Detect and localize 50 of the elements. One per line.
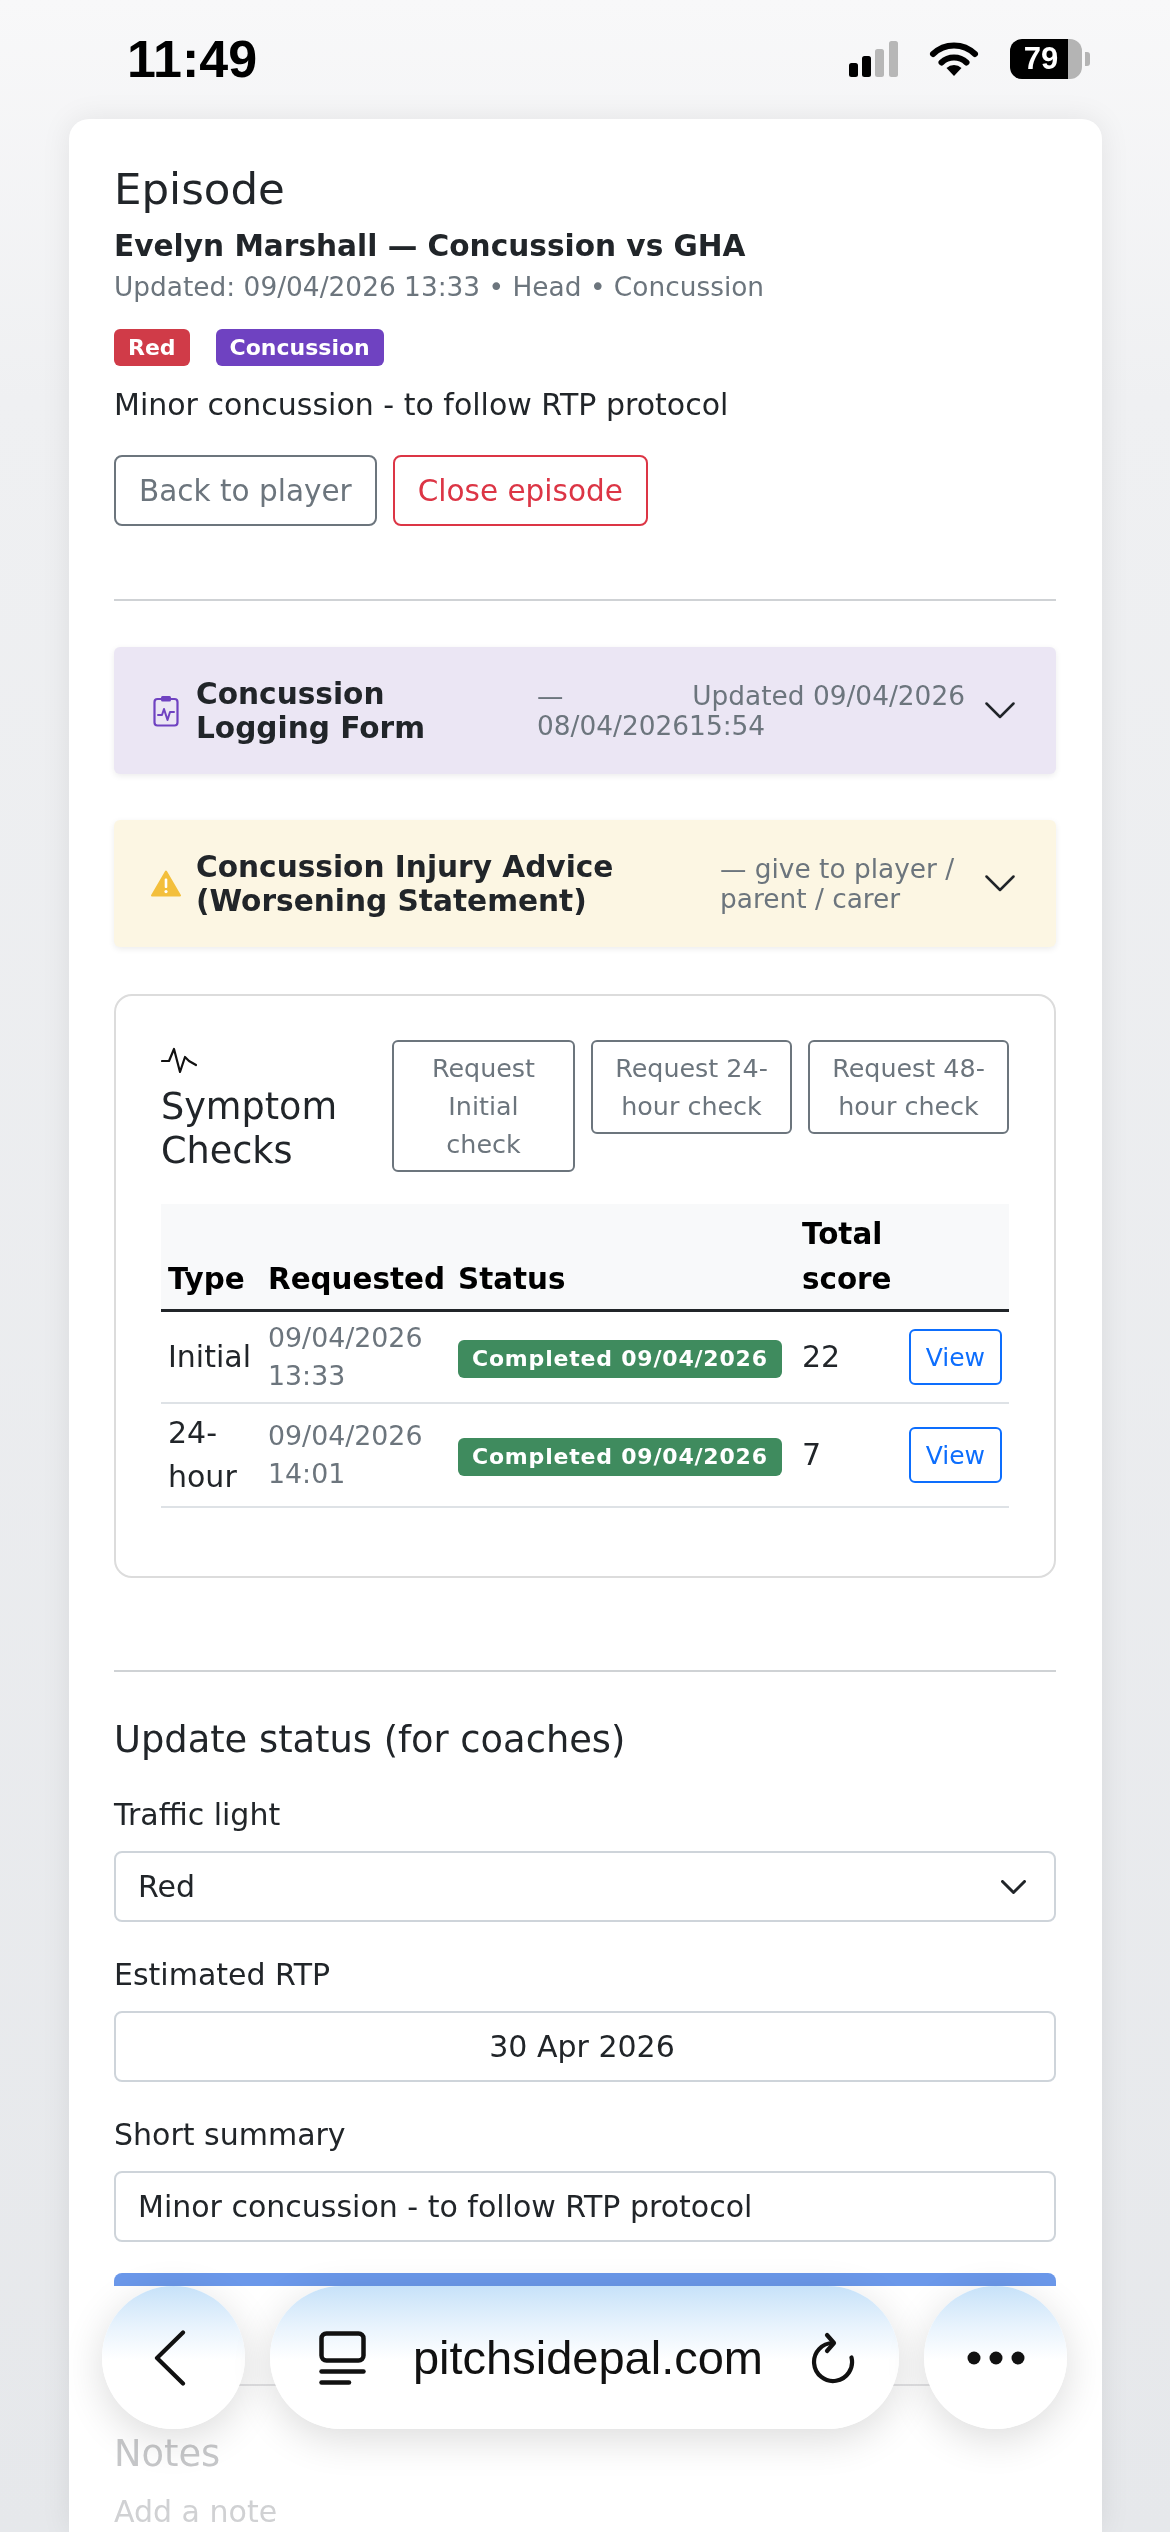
status-time: 11:49 bbox=[127, 28, 258, 89]
column-header: Type bbox=[161, 1204, 261, 1311]
view-button[interactable]: View bbox=[908, 1427, 1002, 1483]
field-label: Traffic light bbox=[114, 1796, 282, 1834]
accordion-header[interactable]: Concussion Injury Advice (Worsening Statement) — give to player / parent / carer bbox=[114, 820, 1056, 947]
request-check-button[interactable]: Request 24-hour check bbox=[591, 1040, 792, 1134]
pulse-icon bbox=[161, 1047, 197, 1074]
section-title: Symptom Checks bbox=[161, 1085, 339, 1173]
warning-icon bbox=[151, 870, 181, 897]
status-tag: Red bbox=[114, 329, 190, 366]
episode-title: Evelyn Marshall — Concussion vs GHA bbox=[114, 228, 747, 264]
field-label: Short summary bbox=[114, 2116, 347, 2154]
table-cell: Initial bbox=[161, 1310, 261, 1403]
table-cell: 22 bbox=[795, 1310, 899, 1403]
text-input[interactable]: Minor concussion - to follow RTP protocol bbox=[114, 2171, 1056, 2242]
request-check-button[interactable]: Request 48-hour check bbox=[808, 1040, 1009, 1134]
status-tag: Completed 09/04/2026 bbox=[458, 1339, 782, 1378]
more-icon bbox=[966, 2350, 1025, 2365]
clipboard-icon bbox=[153, 694, 179, 727]
table-cell: 7 bbox=[795, 1403, 899, 1507]
view-button[interactable]: View bbox=[908, 1329, 1002, 1385]
accordion-header[interactable]: Concussion Logging Form — Updated 09/04/2026 08/04/202615:54 bbox=[114, 647, 1056, 774]
dropdown-select[interactable]: Red bbox=[114, 1851, 1056, 1922]
column-header: Requested bbox=[261, 1204, 451, 1311]
request-check-button[interactable]: Request Initial check bbox=[392, 1040, 575, 1172]
close-episode-button[interactable]: Close episode bbox=[392, 455, 648, 526]
field-label: Estimated RTP bbox=[114, 1956, 332, 1994]
column-header: Status bbox=[451, 1204, 795, 1311]
address-bar[interactable]: pitchsidepal.com bbox=[270, 2286, 899, 2429]
section-title: Update status (for coaches) bbox=[114, 1718, 627, 1762]
episode-meta: Updated: 09/04/2026 13:33 • Head • Concussion bbox=[114, 272, 766, 302]
episode-summary: Minor concussion - to follow RTP protocol bbox=[114, 386, 730, 424]
table-cell: 09/04/2026 13:33 bbox=[261, 1310, 451, 1403]
page-heading: Episode bbox=[114, 163, 286, 215]
status-tag: Concussion bbox=[215, 329, 384, 366]
reload-icon bbox=[810, 2331, 856, 2384]
submit-button[interactable] bbox=[114, 2273, 1056, 2286]
date-input[interactable]: 30 Apr 2026 bbox=[114, 2011, 1056, 2082]
table-cell: 09/04/2026 14:01 bbox=[261, 1403, 451, 1507]
back-to-player-button[interactable]: Back to player bbox=[114, 455, 377, 526]
column-header: Total score bbox=[795, 1204, 899, 1311]
signal-icon bbox=[849, 40, 898, 77]
wifi-icon bbox=[929, 40, 979, 77]
battery-indicator: 79 bbox=[1010, 38, 1090, 79]
tabs-icon bbox=[319, 2330, 366, 2385]
chevron-down-icon bbox=[1001, 1879, 1026, 1894]
chevron-left-icon bbox=[153, 2329, 186, 2386]
status-tag: Completed 09/04/2026 bbox=[458, 1437, 782, 1476]
section-title: Notes bbox=[114, 2432, 222, 2476]
table-cell: 24-hour bbox=[161, 1403, 261, 1507]
